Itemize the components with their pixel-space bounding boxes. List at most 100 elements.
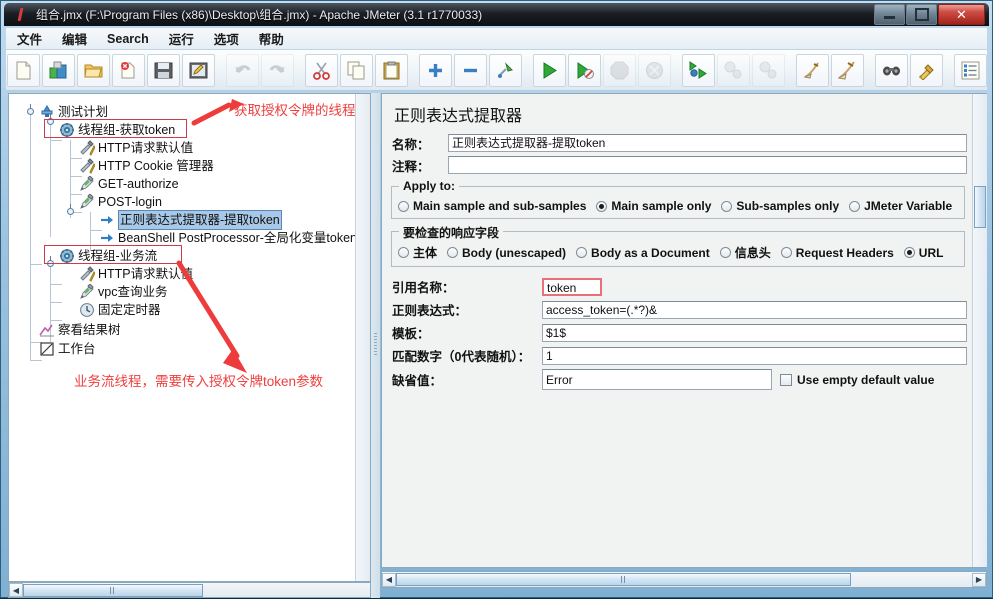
tree-node-view-results-tree[interactable]: 察看结果树 (39, 321, 121, 339)
field-template[interactable]: $1$ (542, 323, 967, 342)
field-match-no[interactable]: 1 (542, 346, 967, 365)
tree-node-workbench[interactable]: 工作台 (39, 340, 96, 358)
open-icon[interactable] (77, 53, 110, 87)
scroll-right-arrow[interactable]: ▶ (972, 572, 986, 587)
radio-request-headers[interactable]: Request Headers (780, 246, 894, 260)
cut-icon[interactable] (305, 53, 338, 87)
scroll-thumb[interactable] (974, 186, 986, 228)
name-label: 名称： (392, 137, 430, 152)
scroll-thumb[interactable] (396, 573, 851, 586)
radio-body[interactable]: 主体 (398, 244, 437, 261)
expand-all-icon[interactable] (419, 53, 452, 87)
reset-search-icon[interactable] (910, 53, 943, 87)
http-sampler-icon (79, 175, 95, 192)
menu-help[interactable]: 帮助 (250, 27, 293, 50)
field-default-value[interactable]: Error (542, 369, 772, 390)
search-icon[interactable] (875, 53, 908, 87)
page-title: 正则表达式提取器 (382, 94, 973, 132)
tree-node-cookie-manager[interactable]: HTTP Cookie 管理器 (79, 157, 214, 175)
undo-icon[interactable] (226, 53, 259, 87)
radio-sub-only[interactable]: Sub-samples only (721, 199, 839, 213)
tree-node-vpc-query[interactable]: vpc查询业务 (79, 283, 167, 301)
radio-jmeter-variable[interactable]: JMeter Variable (849, 199, 952, 213)
menu-run[interactable]: 运行 (160, 27, 203, 50)
scroll-thumb[interactable] (23, 583, 203, 597)
name-input[interactable]: 正则表达式提取器-提取token (448, 134, 967, 152)
radio-main-only[interactable]: Main sample only (596, 199, 711, 213)
redo-icon[interactable] (261, 53, 294, 87)
window-title: 组合.jmx (F:\Program Files (x86)\Desktop\组… (36, 8, 483, 22)
tree-node-label: GET-authorize (98, 177, 179, 191)
name-row: 名称： 正则表达式提取器-提取token (382, 132, 973, 154)
field-regular-expression[interactable]: access_token=(.*?)& (542, 300, 967, 319)
scroll-left-arrow[interactable]: ◀ (9, 583, 23, 597)
close-icon[interactable] (112, 53, 145, 87)
radio-label: Body as a Document (591, 245, 710, 260)
tree-node-http-defaults-1[interactable]: HTTP请求默认值 (79, 139, 193, 157)
tree-expand-handle-post-login[interactable] (66, 204, 75, 216)
tree-node-label: HTTP请求默认值 (98, 267, 194, 281)
tree-node-regex-extractor[interactable]: 正则表达式提取器-提取token (99, 210, 282, 230)
remote-stop-all-icon[interactable] (717, 53, 750, 87)
test-plan-tree[interactable]: 测试计划 线程组-获取token HTTP请求默认值 HTTP Cookie 管… (9, 94, 370, 581)
menu-file[interactable]: 文件 (8, 27, 51, 50)
tree-vertical-scrollbar[interactable] (355, 94, 370, 581)
field-reference-name[interactable]: token (542, 277, 602, 296)
clear-icon[interactable] (796, 53, 829, 87)
tree-horizontal-scrollbar[interactable]: ◀ (8, 582, 371, 598)
close-button[interactable]: ✕ (938, 4, 985, 25)
radio-url[interactable]: URL (903, 245, 944, 260)
function-helper-icon[interactable] (954, 53, 987, 87)
save-icon[interactable] (147, 53, 180, 87)
tree-node-post-login[interactable]: POST-login (79, 193, 162, 211)
remote-shutdown-all-icon[interactable] (752, 53, 785, 87)
use-empty-default-value-checkbox[interactable]: Use empty default value (780, 373, 934, 387)
save-as-icon[interactable] (182, 53, 215, 87)
comment-row: 注释： (382, 154, 973, 176)
radio-main-and-sub[interactable]: Main sample and sub-samples (398, 199, 586, 213)
regular-expression-label: 正则表达式： (392, 304, 468, 318)
view-results-tree-icon (39, 322, 55, 338)
radio-label: JMeter Variable (864, 199, 953, 213)
collapse-all-icon[interactable] (454, 53, 487, 87)
radio-body-as-document[interactable]: Body as a Document (576, 246, 710, 260)
minimize-button[interactable] (874, 4, 905, 25)
response-field-group: 要检查的响应字段 主体 Body (unescaped) Body as a D… (391, 224, 965, 267)
paste-icon[interactable] (375, 53, 408, 87)
tree-expand-handle-test-plan[interactable] (26, 104, 35, 116)
stop-icon[interactable] (603, 53, 636, 87)
tree-node-http-defaults-2[interactable]: HTTP请求默认值 (79, 265, 193, 283)
radio-label: URL (918, 245, 944, 260)
split-pane-divider[interactable] (371, 93, 380, 598)
radio-body-unescaped[interactable]: Body (unescaped) (447, 246, 566, 260)
shutdown-icon[interactable] (638, 53, 671, 87)
start-icon[interactable] (533, 53, 566, 87)
tree-node-get-authorize[interactable]: GET-authorize (79, 175, 179, 193)
tree-node-label: 固定定时器 (98, 303, 161, 317)
templates-icon[interactable] (42, 53, 75, 87)
http-defaults-icon (79, 140, 96, 156)
editor-vertical-scrollbar[interactable] (972, 94, 987, 567)
remote-start-all-icon[interactable] (682, 53, 715, 87)
start-no-timers-icon[interactable] (568, 53, 601, 87)
extractor-fields: 引用名称： token 正则表达式： access_token=(.*?)& 模… (382, 275, 973, 392)
menu-options[interactable]: 选项 (205, 27, 248, 50)
editor-horizontal-scrollbar[interactable]: ◀ ▶ (381, 571, 987, 588)
jmeter-window: 组合.jmx (F:\Program Files (x86)\Desktop\组… (0, 0, 993, 598)
radio-headers[interactable]: 信息头 (719, 244, 771, 261)
cookie-manager-icon (79, 158, 96, 174)
new-icon[interactable] (7, 53, 40, 87)
tree-node-constant-timer[interactable]: 固定定时器 (79, 301, 161, 319)
clear-all-icon[interactable] (831, 53, 864, 87)
toggle-icon[interactable] (489, 53, 522, 87)
menu-bar: 文件 编辑 Search 运行 选项 帮助 (6, 28, 987, 50)
copy-icon[interactable] (340, 53, 373, 87)
comment-input[interactable] (448, 156, 967, 174)
test-plan-tree-pane[interactable]: 测试计划 线程组-获取token HTTP请求默认值 HTTP Cookie 管… (8, 93, 371, 582)
menu-search[interactable]: Search (98, 30, 158, 48)
apply-to-options: Main sample and sub-samples Main sample … (392, 187, 964, 218)
test-plan-icon (39, 104, 55, 120)
menu-edit[interactable]: 编辑 (53, 27, 96, 50)
maximize-button[interactable] (906, 4, 937, 25)
scroll-left-arrow[interactable]: ◀ (382, 572, 396, 587)
